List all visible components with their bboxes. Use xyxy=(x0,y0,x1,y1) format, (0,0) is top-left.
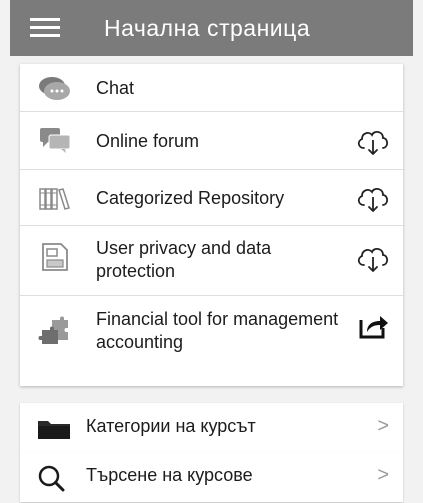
nav-label: Категории на курсът xyxy=(86,416,256,436)
puzzle-icon xyxy=(38,316,72,346)
nav-item-categories[interactable]: Категории на курсът > xyxy=(20,403,403,453)
module-item-user-privacy[interactable]: User privacy and data protection xyxy=(20,226,403,296)
share-external-icon[interactable] xyxy=(355,310,391,340)
module-item-chat[interactable]: Chat xyxy=(20,64,403,112)
hamburger-menu-icon[interactable] xyxy=(30,18,60,38)
search-icon xyxy=(34,464,74,492)
module-label: Categorized Repository xyxy=(96,188,285,208)
module-label: Online forum xyxy=(96,131,200,151)
chat-bubble-icon xyxy=(38,75,72,105)
books-icon xyxy=(38,183,72,213)
nav-item-search[interactable]: Търсене на курсове > xyxy=(20,452,403,502)
module-label: User privacy and data protection xyxy=(96,238,272,281)
module-item-online-forum[interactable]: Online forum xyxy=(20,112,403,170)
nav-label: Търсене на курсове xyxy=(86,465,253,485)
cloud-download-icon[interactable] xyxy=(355,183,391,213)
page-title: Начална страница xyxy=(104,14,311,41)
chevron-right-icon: > xyxy=(377,415,389,437)
module-item-categorized-repository[interactable]: Categorized Repository xyxy=(20,170,403,226)
chevron-right-icon: > xyxy=(377,464,389,486)
cloud-download-icon[interactable] xyxy=(355,126,391,156)
document-icon xyxy=(38,242,72,272)
cloud-download-icon[interactable] xyxy=(355,243,391,273)
module-item-financial-tool[interactable]: Financial tool for management accounting xyxy=(20,296,403,386)
forum-icon xyxy=(38,125,72,155)
modules-list: Chat Online forum Categorized Repository… xyxy=(20,64,403,386)
app-bar: Начална страница xyxy=(10,0,413,56)
folder-icon xyxy=(34,415,74,443)
module-label: Financial tool for management accounting xyxy=(96,309,339,352)
module-label: Chat xyxy=(96,78,135,98)
